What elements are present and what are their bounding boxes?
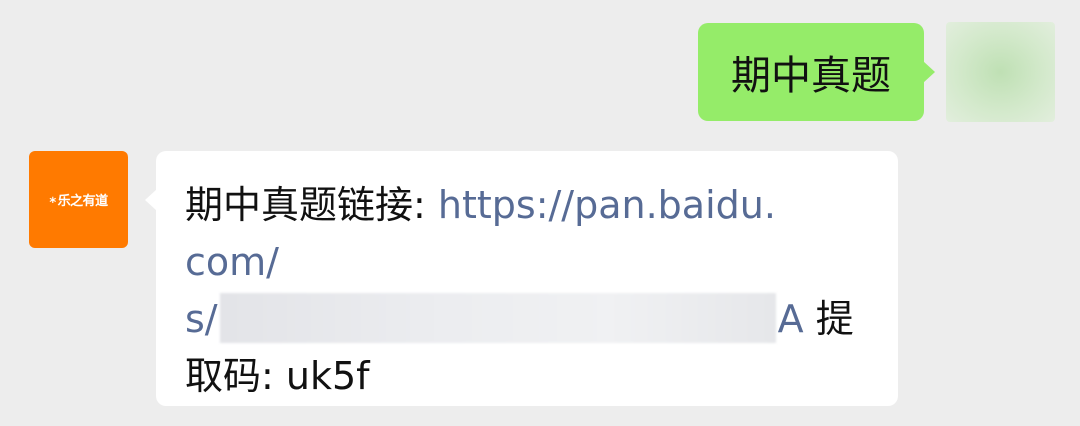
- contact-avatar[interactable]: ⁎ 乐之有道: [29, 151, 128, 248]
- extraction-code-label-end: 取码:: [185, 354, 286, 398]
- redacted-link-segment: [219, 292, 776, 343]
- chat-view: 期中真题 ⁎ 乐之有道 期中真题链接: https://pan.baidu. c…: [0, 0, 1080, 426]
- share-link-part-1[interactable]: https://pan.baidu.: [438, 183, 776, 227]
- incoming-message-bubble[interactable]: 期中真题链接: https://pan.baidu. com/ s/A 提 取码…: [145, 151, 898, 406]
- message-line-3: s/A 提: [185, 291, 872, 348]
- share-link-part-4[interactable]: A: [778, 297, 804, 341]
- my-avatar[interactable]: [946, 22, 1055, 122]
- extraction-code-label-start: 提: [803, 297, 854, 341]
- share-link-part-3[interactable]: s/: [185, 297, 218, 341]
- logo-icon: ⁎: [49, 192, 56, 207]
- link-label: 期中真题链接:: [185, 183, 438, 227]
- outgoing-message-text: 期中真题: [731, 53, 891, 99]
- outgoing-message-bubble[interactable]: 期中真题: [698, 23, 935, 121]
- extraction-code-value: uk5f: [285, 354, 370, 398]
- message-line-2: com/: [185, 234, 872, 291]
- message-line-1: 期中真题链接: https://pan.baidu.: [185, 177, 872, 234]
- share-link-part-2[interactable]: com/: [185, 240, 279, 284]
- contact-avatar-label: 乐之有道: [57, 194, 109, 209]
- message-line-4: 取码: uk5f: [185, 348, 872, 405]
